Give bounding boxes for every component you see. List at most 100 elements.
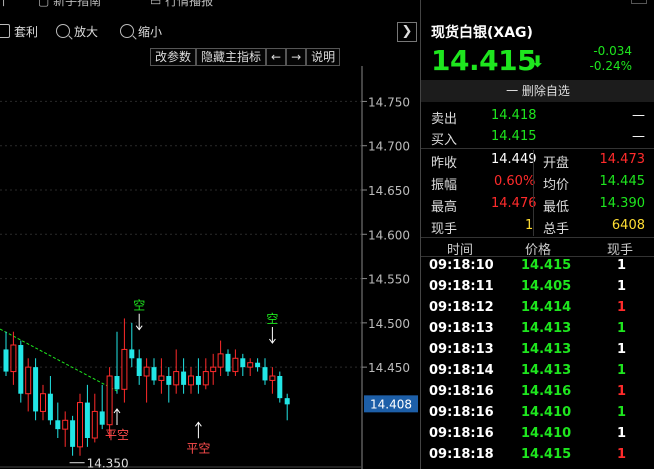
tick-price: 14.413 xyxy=(521,363,572,378)
trend-line xyxy=(0,328,118,392)
hide-indicator-button[interactable]: 隐藏主指标 xyxy=(196,48,267,66)
candle-body xyxy=(33,367,39,412)
arrow-right-button[interactable]: → xyxy=(286,48,307,66)
tick-time: 09:18:13 xyxy=(429,342,494,357)
tick-row: 09:18:13 14.413 1 xyxy=(421,342,654,363)
bid-row: 买入 14.415 — xyxy=(421,127,654,148)
prev-close-label: 昨收 xyxy=(431,156,458,171)
cur-vol-label: 现手 xyxy=(431,222,458,237)
tick-time: 09:18:14 xyxy=(429,363,494,378)
open-label: 开盘 xyxy=(543,156,570,171)
tick-volume: 1 xyxy=(617,447,627,462)
tick-time: 09:18:10 xyxy=(429,258,494,273)
total-vol-value: 6408 xyxy=(611,218,645,233)
tick-time: 09:18:16 xyxy=(429,405,494,420)
help-button[interactable]: 说明 xyxy=(306,48,341,66)
y-tick-label: 14.450 xyxy=(368,361,410,375)
tick-price: 14.405 xyxy=(521,279,572,294)
candle-body xyxy=(99,411,105,425)
candle-body xyxy=(173,371,180,386)
zoom-out-button[interactable]: 缩小 xyxy=(120,23,162,41)
signal-label: 空 xyxy=(266,312,278,326)
taoli-label: 套利 xyxy=(14,25,39,39)
tick-price: 14.416 xyxy=(521,384,572,399)
y-tick-label: 14.700 xyxy=(368,140,410,154)
tick-volume: 1 xyxy=(617,279,627,294)
candle-body xyxy=(151,367,157,381)
avg-value: 14.445 xyxy=(599,174,646,189)
arbitrage-icon xyxy=(0,24,10,38)
candle-body xyxy=(77,402,83,448)
chevron-right-icon[interactable]: ❯ xyxy=(397,22,417,42)
tick-row: 09:18:11 14.405 1 xyxy=(421,279,654,300)
avg-label: 均价 xyxy=(543,178,570,193)
tick-volume: 1 xyxy=(617,405,627,420)
broadcast-menu-item[interactable]: ▭ 行情播报 xyxy=(150,0,213,9)
candle-body xyxy=(255,362,261,368)
ask-price: 14.418 xyxy=(491,108,537,123)
tick-volume: 1 xyxy=(617,258,627,273)
tick-row: 09:18:18 14.415 1 xyxy=(421,447,654,468)
candle-body xyxy=(18,345,24,394)
current-price-label: 14.408 xyxy=(370,397,412,411)
tick-price: 14.413 xyxy=(521,342,572,357)
bid-volume: — xyxy=(632,129,645,144)
instrument-title: 现货白银(XAG) xyxy=(431,25,533,41)
candle-body xyxy=(240,358,246,368)
tick-price: 14.413 xyxy=(521,321,572,336)
chart-toolbar: 套利 放大 缩小 xyxy=(0,20,420,44)
amplitude-value: 0.60% xyxy=(494,174,536,189)
candle-body xyxy=(232,357,239,373)
low-marker-label: 14.350 xyxy=(87,457,129,469)
quote-panel: 现货白银(XAG) 14.415 ⬇ -0.034 -0.24% 一 删除自选 … xyxy=(420,0,654,469)
high-value: 14.476 xyxy=(491,196,537,211)
candle-body xyxy=(195,376,201,385)
arrow-left-button[interactable]: ← xyxy=(266,48,287,66)
prev-close-value: 14.449 xyxy=(491,152,537,167)
candle-body xyxy=(55,420,61,430)
stats-row-2: 振幅 0.60% 均价 14.445 xyxy=(421,172,654,193)
candle-body xyxy=(3,349,9,372)
tick-volume: 1 xyxy=(617,363,627,378)
candle-body xyxy=(121,348,128,390)
price-change: -0.034 xyxy=(593,44,632,58)
ask-label: 卖出 xyxy=(431,112,458,127)
tick-volume: 1 xyxy=(617,342,627,357)
y-tick-label: 14.750 xyxy=(368,95,410,109)
signal-label: 平空 xyxy=(105,428,129,442)
candle-body xyxy=(25,366,32,395)
tick-volume: 1 xyxy=(617,384,627,399)
candle-body xyxy=(70,420,76,447)
y-tick-label: 14.650 xyxy=(368,184,410,198)
divider xyxy=(421,256,654,257)
guide-label: 新手指南 xyxy=(53,0,102,8)
close-icon[interactable] xyxy=(631,0,647,4)
broadcast-label: 行情播报 xyxy=(165,0,214,8)
y-tick-label: 14.550 xyxy=(368,273,410,287)
candle-body xyxy=(284,398,290,405)
zoom-out-label: 缩小 xyxy=(138,25,163,39)
menu-edge: ┐ xyxy=(0,0,7,6)
candlestick-chart[interactable]: 14.750 14.700 14.650 14.600 14.550 14.500 14.4… xyxy=(0,66,420,469)
stats-divider xyxy=(533,150,534,236)
y-tick-label: 14.600 xyxy=(368,228,410,242)
high-label: 最高 xyxy=(431,200,458,215)
tick-row: 09:18:14 14.413 1 xyxy=(421,363,654,384)
candle-body xyxy=(84,402,90,438)
remove-watchlist-button[interactable]: 一 删除自选 xyxy=(421,80,654,102)
candle-body xyxy=(10,344,17,373)
candle-body xyxy=(181,371,187,385)
stats-row-3: 最高 14.476 最低 14.390 xyxy=(421,194,654,215)
edit-params-button[interactable]: 改参数 xyxy=(150,48,197,66)
candle-body xyxy=(277,376,283,399)
total-vol-label: 总手 xyxy=(543,222,570,237)
guide-menu-item[interactable]: ▢ 新手指南 xyxy=(38,0,101,9)
stats-row-4: 现手 1 总手 6408 xyxy=(421,216,654,237)
bid-label: 买入 xyxy=(431,133,458,148)
top-menu: ┐ ▢ 新手指南 ▭ 行情播报 xyxy=(0,0,420,8)
taoli-button[interactable]: 套利 xyxy=(0,23,38,41)
candle-body xyxy=(262,367,268,381)
candle-body xyxy=(40,393,46,412)
zoom-in-button[interactable]: 放大 xyxy=(56,23,98,41)
tick-price: 14.415 xyxy=(521,258,572,273)
